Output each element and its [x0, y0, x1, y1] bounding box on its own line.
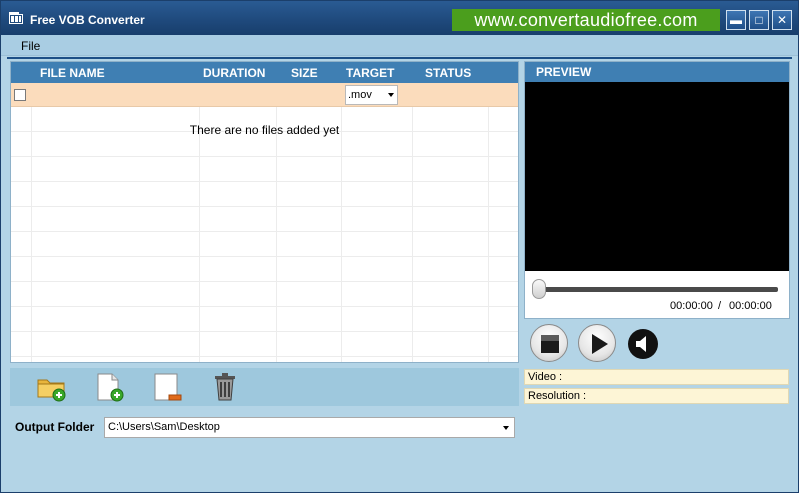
play-icon [592, 334, 608, 354]
trash-icon[interactable] [209, 371, 243, 403]
app-window: Free VOB Converter www.convertaudiofree.… [0, 0, 799, 493]
close-button[interactable]: ✕ [772, 10, 792, 30]
video-preview [525, 82, 789, 271]
menu-file[interactable]: File [21, 39, 40, 53]
seek-track[interactable] [534, 287, 778, 292]
speaker-icon [636, 336, 646, 352]
file-grid [11, 107, 518, 362]
resolution-info: Resolution : [524, 388, 789, 404]
title-bar[interactable]: Free VOB Converter www.convertaudiofree.… [1, 1, 798, 35]
action-toolbar [10, 368, 519, 406]
stop-icon [541, 335, 559, 353]
stop-button[interactable] [530, 324, 568, 362]
column-file-name[interactable]: FILE NAME [40, 66, 105, 80]
video-info: Video : [524, 369, 789, 385]
maximize-button[interactable]: □ [749, 10, 769, 30]
target-format-select[interactable]: .mov [345, 85, 398, 105]
menu-bar: File [1, 35, 798, 56]
grid-divider [412, 107, 413, 362]
output-folder-path: C:\Users\Sam\Desktop [108, 421, 220, 433]
volume-button[interactable] [628, 329, 658, 359]
grid-divider [199, 107, 200, 362]
time-current: 00:00:00 [670, 300, 713, 312]
time-separator: / [718, 300, 722, 312]
file-list-header: FILE NAME DURATION SIZE TARGET STATUS [11, 62, 518, 83]
column-size[interactable]: SIZE [291, 66, 318, 80]
column-target[interactable]: TARGET [346, 66, 394, 80]
output-folder-select[interactable]: C:\Users\Sam\Desktop [104, 417, 515, 438]
add-file-icon[interactable] [93, 371, 127, 403]
column-status[interactable]: STATUS [425, 66, 471, 80]
add-folder-icon[interactable] [35, 371, 69, 403]
file-list: FILE NAME DURATION SIZE TARGET STATUS .m… [10, 61, 519, 363]
target-format-value: .mov [348, 89, 372, 101]
frame-divider [7, 57, 792, 59]
select-all-checkbox[interactable] [14, 89, 26, 101]
promo-link[interactable]: www.convertaudiofree.com [452, 9, 720, 31]
grid-divider [276, 107, 277, 362]
grid-divider [31, 107, 32, 362]
minimize-button[interactable]: ▬ [726, 10, 746, 30]
remove-file-icon[interactable] [151, 371, 185, 403]
grid-divider [488, 107, 489, 362]
preview-header: PREVIEW [525, 62, 789, 82]
preview-panel: PREVIEW 00:00:00 / 00:00:00 [524, 61, 790, 319]
filter-row: .mov [11, 83, 518, 107]
column-duration[interactable]: DURATION [203, 66, 265, 80]
output-folder-label: Output Folder [15, 420, 95, 434]
time-total: 00:00:00 [729, 300, 772, 312]
app-film-icon [9, 12, 23, 24]
chevron-down-icon [503, 426, 509, 430]
seek-thumb[interactable] [532, 279, 546, 299]
window-title: Free VOB Converter [30, 13, 145, 27]
play-button[interactable] [578, 324, 616, 362]
empty-list-message: There are no files added yet [189, 123, 340, 137]
chevron-down-icon [388, 93, 394, 97]
grid-divider [341, 107, 342, 362]
